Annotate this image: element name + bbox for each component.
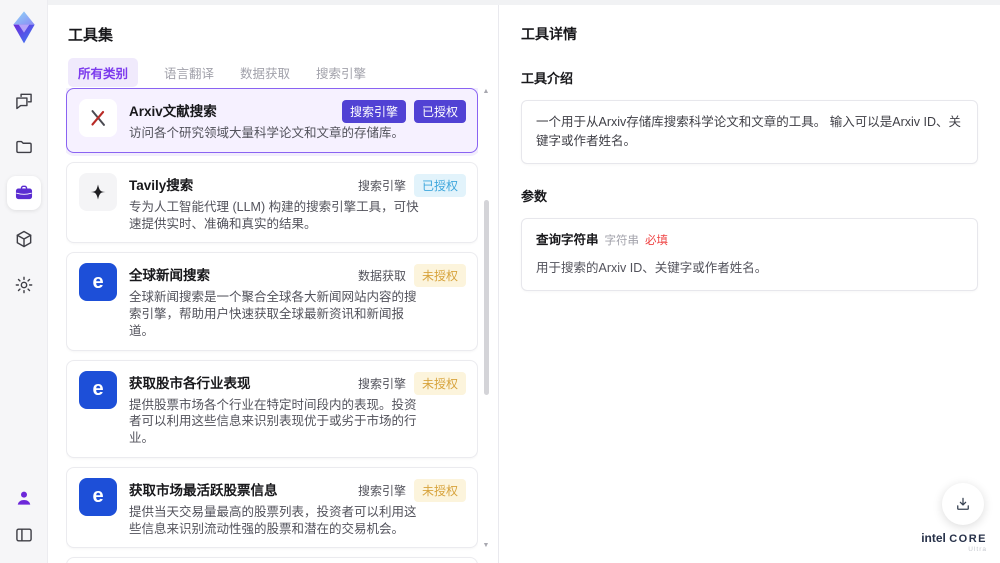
news-app-icon: e	[79, 477, 117, 516]
auth-status-badge: 未授权	[413, 264, 466, 288]
app-logo-icon	[8, 10, 40, 46]
scroll-up-arrow-icon[interactable]: ▲	[481, 88, 491, 95]
sidebar-nav	[6, 84, 41, 302]
arxiv-logo-icon	[79, 99, 117, 137]
tool-description: 提供股票市场各个行业在特定时间段内的表现。投资者可以利用这些信息来识别表现优于或…	[129, 397, 417, 446]
scroll-down-arrow-icon[interactable]: ▼	[481, 542, 491, 549]
list-scrollbar: ▲ ▼	[481, 88, 491, 555]
auth-status-badge: 已授权	[413, 173, 466, 197]
scrollbar-thumb[interactable]	[484, 200, 489, 395]
category-tabs: 所有类别 语言翻译 数据获取 搜索引擎	[68, 58, 366, 87]
intro-text: 一个用于从Arxiv存储库搜索科学论文和文章的工具。 输入可以是Arxiv ID…	[536, 115, 962, 148]
tab-search-engine[interactable]: 搜索引擎	[316, 58, 366, 87]
intel-brand-text: intel	[921, 530, 946, 545]
params-heading: 参数	[521, 188, 548, 204]
category-label: 搜索引擎	[357, 483, 406, 498]
tab-data-acquisition[interactable]: 数据获取	[240, 58, 290, 87]
intel-core-logo: intel CORE Ultra	[921, 532, 987, 554]
tool-card-arxiv[interactable]: Arxiv文献搜索 访问各个研究领域大量科学论文和文章的存储库。 搜索引擎 已授…	[66, 88, 478, 153]
tool-card-tavily[interactable]: Tavily搜索 专为人工智能代理 (LLM) 构建的搜索引擎工具，可快速提供实…	[66, 161, 478, 244]
tool-description: 提供当天交易量最高的股票列表，投资者可以利用这些信息来识别流动性强的股票和潜在的…	[129, 504, 417, 536]
user-avatar-icon[interactable]	[10, 484, 38, 512]
tool-card-regional-news[interactable]: 万维地区新闻查询 查询具体行政区划内的新闻，快速了解各地新闻动 搜索引擎 未授权	[66, 557, 478, 563]
chat-icon[interactable]	[7, 84, 41, 118]
param-description: 用于搜索的Arxiv ID、关键字或作者姓名。	[536, 260, 768, 275]
brand-sub-text: Ultra	[968, 545, 987, 553]
category-label: 搜索引擎	[357, 376, 406, 391]
tools-list-panel: 工具集 所有类别 语言翻译 数据获取 搜索引擎 Arxiv文献搜索 访问各个研究…	[48, 0, 498, 563]
package-icon[interactable]	[7, 222, 41, 256]
details-title: 工具详情	[521, 26, 577, 42]
tool-card-active-stocks[interactable]: e 获取市场最活跃股票信息 提供当天交易量最高的股票列表，投资者可以利用这些信息…	[66, 466, 478, 549]
tool-description: 专为人工智能代理 (LLM) 构建的搜索引擎工具，可快速提供实时、准确和真实的结…	[129, 199, 419, 231]
sidebar	[0, 0, 48, 563]
tavily-star-icon	[79, 172, 117, 211]
category-badge: 搜索引擎	[341, 100, 406, 123]
param-name: 查询字符串	[536, 232, 599, 247]
tool-details-panel: 工具详情 工具介绍 一个用于从Arxiv存储库搜索科学论文和文章的工具。 输入可…	[498, 0, 1000, 563]
tab-language-translation[interactable]: 语言翻译	[164, 58, 214, 87]
param-box: 查询字符串 字符串 必填 用于搜索的Arxiv ID、关键字或作者姓名。	[521, 217, 978, 291]
toolbox-icon[interactable]	[6, 176, 41, 210]
page-title: 工具集	[68, 27, 114, 44]
param-type: 字符串	[604, 234, 640, 247]
auth-status-badge: 已授权	[413, 100, 466, 123]
tool-card-global-news[interactable]: e 全球新闻搜索 全球新闻搜索是一个聚合全球各大新闻网站内容的搜索引擎，帮助用户…	[66, 252, 478, 351]
window-top-edge	[48, 0, 1000, 5]
category-label: 搜索引擎	[357, 178, 406, 193]
news-app-icon: e	[79, 263, 117, 302]
download-tray-icon	[957, 497, 969, 510]
param-required-flag: 必填	[645, 234, 669, 247]
tab-all-categories[interactable]: 所有类别	[68, 58, 139, 87]
auth-status-badge: 未授权	[413, 478, 466, 502]
tool-description: 全球新闻搜索是一个聚合全球各大新闻网站内容的搜索引擎，帮助用户快速获取全球最新资…	[129, 290, 417, 338]
core-brand-text: CORE	[949, 532, 987, 545]
auth-status-badge: 未授权	[413, 371, 466, 395]
news-app-icon: e	[79, 370, 117, 409]
tool-card-list: Arxiv文献搜索 访问各个研究领域大量科学论文和文章的存储库。 搜索引擎 已授…	[66, 88, 478, 563]
tool-description: 访问各个研究领域大量科学论文和文章的存储库。	[129, 126, 405, 140]
tool-card-sector-performance[interactable]: e 获取股市各行业表现 提供股票市场各个行业在特定时间段内的表现。投资者可以利用…	[66, 359, 478, 458]
download-button[interactable]	[942, 483, 984, 525]
sidebar-bottom	[10, 484, 38, 563]
intro-heading: 工具介绍	[521, 71, 574, 86]
panel-toggle-icon[interactable]	[10, 521, 38, 549]
intro-box: 一个用于从Arxiv存储库搜索科学论文和文章的工具。 输入可以是Arxiv ID…	[521, 100, 978, 164]
settings-gear-icon[interactable]	[7, 268, 41, 302]
folder-icon[interactable]	[7, 130, 41, 164]
category-label: 数据获取	[357, 269, 406, 284]
